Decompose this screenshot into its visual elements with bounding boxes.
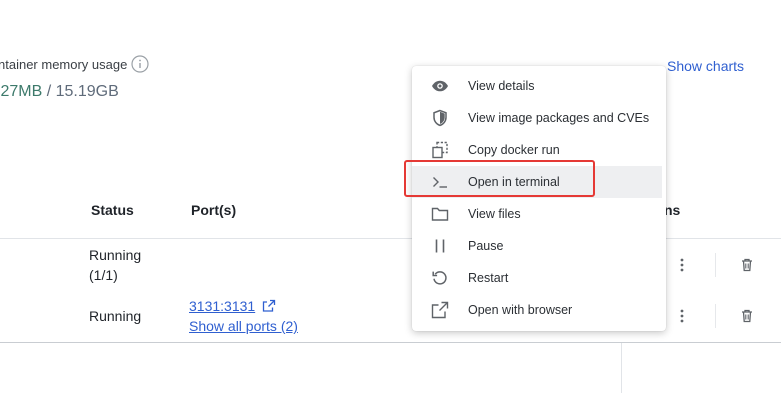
row1-action-divider — [715, 253, 716, 277]
memory-total: 15.19GB — [55, 83, 119, 100]
row2-delete-icon[interactable] — [739, 308, 755, 324]
show-all-ports-link[interactable]: Show all ports (2) — [189, 318, 298, 334]
menu-item-view-image-packages[interactable]: View image packages and CVEs — [412, 102, 662, 134]
pause-icon — [431, 237, 449, 255]
row2-status: Running — [89, 308, 142, 324]
menu-item-label: View files — [468, 207, 521, 221]
menu-item-label: Pause — [468, 239, 504, 253]
folder-icon — [431, 205, 449, 223]
row2-port-link[interactable]: 3131:3131 — [189, 298, 255, 314]
info-icon[interactable] — [131, 55, 149, 73]
memory-separator: / — [42, 83, 56, 100]
copy-icon — [431, 141, 449, 159]
table-bottom-divider-right — [622, 342, 781, 343]
row1-delete-icon[interactable] — [739, 257, 755, 273]
shield-icon — [431, 109, 449, 127]
menu-item-pause[interactable]: Pause — [412, 230, 662, 262]
memory-usage-value: .27MB / 15.19GB — [0, 83, 119, 101]
menu-item-open-with-browser[interactable]: Open with browser — [412, 294, 662, 326]
menu-item-restart[interactable]: Restart — [412, 262, 662, 294]
menu-item-view-files[interactable]: View files — [412, 198, 662, 230]
highlight-annotation-box — [404, 160, 595, 197]
menu-item-label: View details — [468, 79, 535, 93]
external-link-icon[interactable] — [262, 299, 276, 313]
column-divider — [621, 343, 622, 393]
column-header-ports[interactable]: Port(s) — [191, 202, 236, 218]
table-bottom-divider — [0, 342, 622, 343]
row1-status: Running — [89, 247, 142, 263]
column-header-status[interactable]: Status — [91, 202, 134, 218]
container-actions-menu: View details View image packages and CVE… — [412, 66, 666, 331]
eye-icon — [431, 77, 449, 95]
external-link-icon — [431, 301, 449, 319]
column-header-actions: ns — [664, 202, 681, 218]
memory-used: .27MB — [0, 83, 43, 100]
menu-item-label: View image packages and CVEs — [468, 111, 650, 125]
menu-item-label: Open with browser — [468, 303, 573, 317]
menu-item-label: Restart — [468, 271, 509, 285]
show-charts-link[interactable]: Show charts — [667, 58, 744, 74]
row1-status-count: (1/1) — [89, 267, 118, 283]
restart-icon — [431, 269, 449, 287]
row2-more-actions-icon[interactable] — [674, 308, 690, 324]
menu-item-view-details[interactable]: View details — [412, 70, 662, 102]
row2-action-divider — [715, 304, 716, 328]
menu-item-label: Copy docker run — [468, 143, 560, 157]
row1-more-actions-icon[interactable] — [674, 257, 690, 273]
container-memory-usage-label: ntainer memory usage — [0, 57, 128, 72]
